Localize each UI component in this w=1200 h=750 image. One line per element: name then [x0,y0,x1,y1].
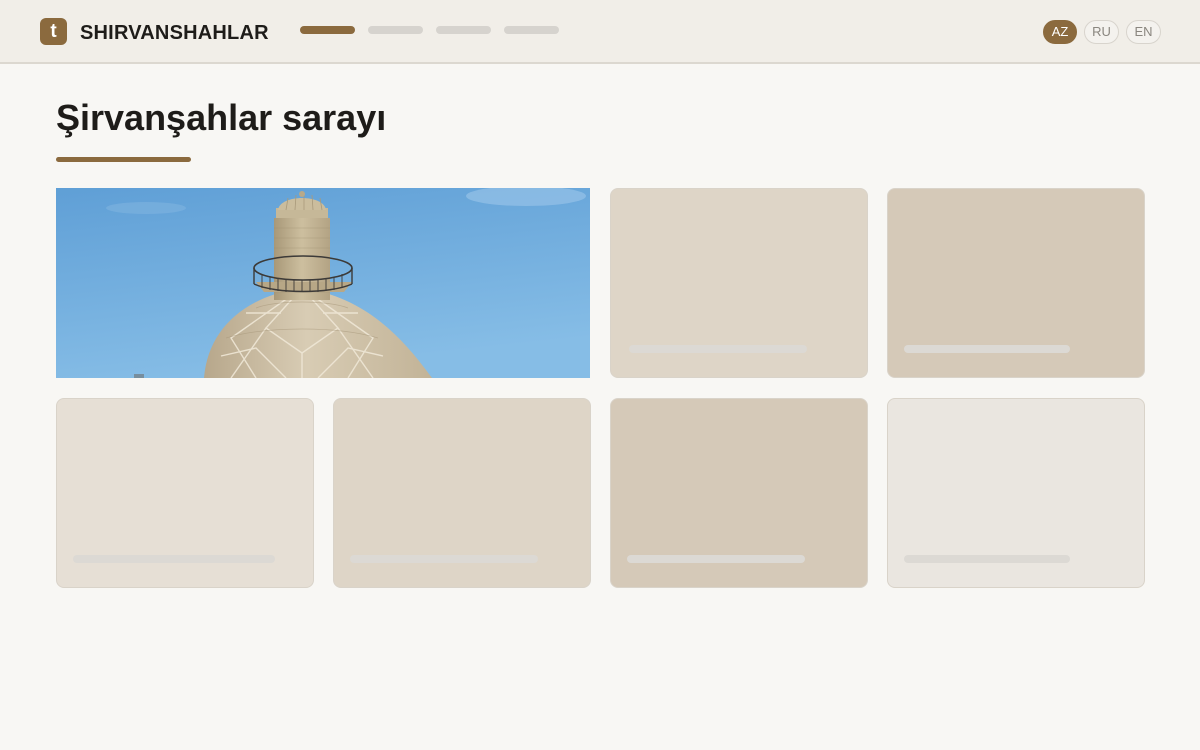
card-caption-placeholder [904,345,1070,353]
gallery-card-4[interactable] [333,398,591,588]
nav-item-1[interactable] [300,26,355,34]
gallery-card-1[interactable] [610,188,868,378]
gallery-card-6[interactable] [887,398,1145,588]
nav-item-3[interactable] [436,26,491,34]
lang-az-button[interactable]: AZ [1043,20,1077,44]
card-caption-placeholder [350,555,538,563]
nav-item-4[interactable] [504,26,559,34]
page-title: Şirvanşahlar sarayı [56,97,387,138]
top-header: t SHIRVANSHAHLAR AZ RU EN [0,0,1200,64]
hero-photo[interactable] [56,188,590,378]
nav-item-2[interactable] [368,26,423,34]
card-caption-placeholder [629,345,807,353]
gallery-card-3[interactable] [56,398,314,588]
lang-ru-button[interactable]: RU [1084,20,1119,44]
card-caption-placeholder [73,555,275,563]
title-underline [56,157,191,162]
lang-en-button[interactable]: EN [1126,20,1161,44]
gallery-card-5[interactable] [610,398,868,588]
site-name[interactable]: SHIRVANSHAHLAR [80,21,269,45]
gallery-card-2[interactable] [887,188,1145,378]
card-caption-placeholder [627,555,805,563]
card-caption-placeholder [904,555,1070,563]
logo-icon[interactable]: t [40,18,67,45]
